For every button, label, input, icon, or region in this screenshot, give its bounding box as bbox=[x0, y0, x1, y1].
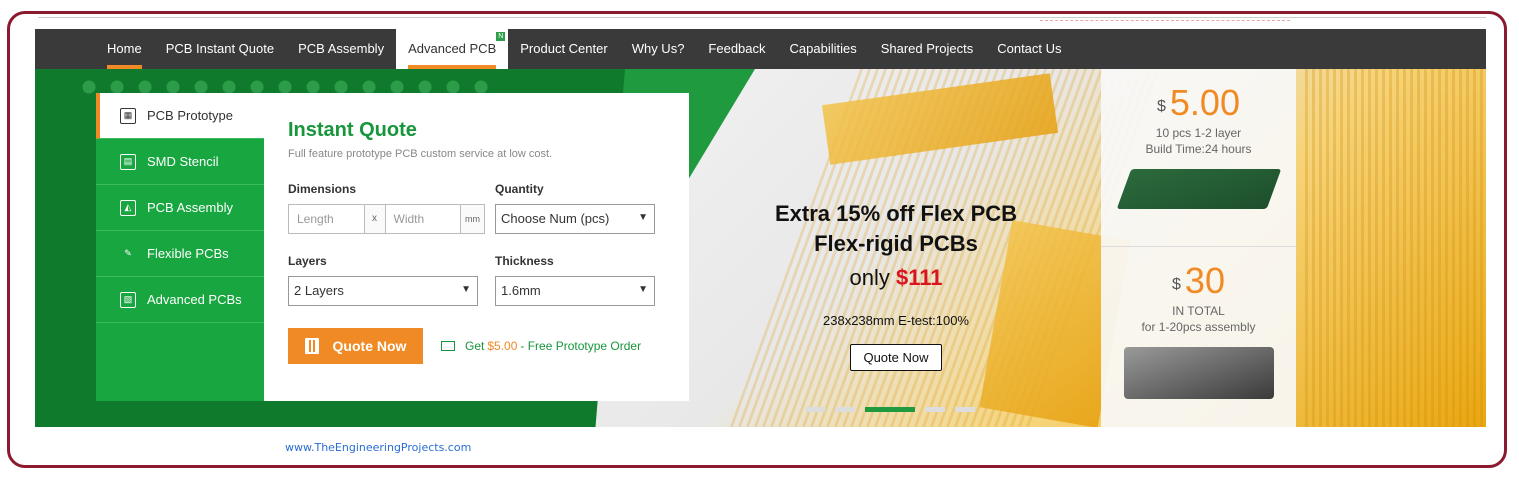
sidebar-item-pcb-prototype[interactable]: ▦ PCB Prototype bbox=[96, 93, 264, 139]
quote-title: Instant Quote bbox=[288, 119, 417, 141]
dimension-separator: x bbox=[363, 205, 386, 233]
nav-home[interactable]: Home bbox=[95, 29, 154, 69]
watermark-url[interactable]: www.TheEngineeringProjects.com bbox=[285, 441, 471, 454]
layers-label: Layers bbox=[288, 254, 327, 268]
assembled-board-image bbox=[1123, 347, 1274, 399]
quantity-label: Quantity bbox=[495, 182, 544, 196]
sidebar-item-label: PCB Prototype bbox=[147, 108, 233, 123]
quote-now-button[interactable]: Quote Now bbox=[288, 328, 423, 364]
layers-value: 2 Layers bbox=[294, 283, 344, 298]
offer-price-prefix: only bbox=[849, 265, 890, 290]
pcb-chip-icon: ▦ bbox=[120, 107, 136, 124]
nav-contact-us[interactable]: Contact Us bbox=[985, 29, 1073, 69]
slide-dot[interactable] bbox=[805, 407, 825, 412]
ticket-icon bbox=[441, 341, 455, 351]
quantity-value: Choose Num (pcs) bbox=[501, 211, 610, 226]
unit-label: mm bbox=[460, 205, 484, 233]
promo-price: $30 bbox=[1101, 259, 1296, 303]
sidebar-item-label: SMD Stencil bbox=[147, 154, 219, 169]
quote-now-label: Quote Now bbox=[332, 338, 407, 354]
hero-offer: Extra 15% off Flex PCB Flex-rigid PCBs o… bbox=[735, 199, 1057, 371]
new-badge-icon: N bbox=[496, 32, 506, 41]
nav-shared-projects[interactable]: Shared Projects bbox=[869, 29, 986, 69]
offer-spec: 238x238mm E-test:100% bbox=[823, 313, 969, 328]
offer-price-line: only $111 bbox=[735, 265, 1057, 291]
promo-prefix: Get bbox=[465, 339, 485, 353]
hero-banner: ▦ PCB Prototype ▤ SMD Stencil ◭ PCB Asse… bbox=[35, 69, 1486, 427]
dimensions-label: Dimensions bbox=[288, 182, 357, 196]
chevron-down-icon: ▼ bbox=[461, 284, 471, 295]
sidebar-item-advanced-pcbs[interactable]: ▧ Advanced PCBs bbox=[96, 277, 264, 323]
promo-column: $5.00 10 pcs 1-2 layer Build Time:24 hou… bbox=[1101, 69, 1296, 427]
sidebar-item-flexible-pcbs[interactable]: ✎ Flexible PCBs bbox=[96, 231, 264, 277]
quote-subtitle: Full feature prototype PCB custom servic… bbox=[288, 148, 553, 160]
sidebar-item-label: PCB Assembly bbox=[147, 200, 233, 215]
promo-line: 10 pcs 1-2 layer bbox=[1155, 126, 1242, 140]
hero-quote-now-button[interactable]: Quote Now bbox=[850, 344, 942, 371]
promo-line: for 1-20pcs assembly bbox=[1141, 320, 1256, 334]
dimensions-field: Length x Width mm bbox=[288, 204, 485, 234]
nav-advanced-pcb[interactable]: Advanced PCB N bbox=[396, 29, 509, 69]
offer-subheadline: Flex-rigid PCBs bbox=[814, 231, 978, 256]
chevron-down-icon: ▼ bbox=[638, 284, 648, 295]
free-prototype-link[interactable]: Get $5.00 - Free Prototype Order bbox=[441, 339, 641, 353]
nav-advanced-pcb-label: Advanced PCB bbox=[408, 41, 497, 56]
nav-product-center[interactable]: Product Center bbox=[508, 29, 619, 69]
slide-dot[interactable] bbox=[835, 407, 855, 412]
quantity-select[interactable]: Choose Num (pcs) ▼ bbox=[495, 204, 655, 234]
thickness-select[interactable]: 1.6mm ▼ bbox=[495, 276, 655, 306]
flex-pcb-image-right bbox=[1305, 69, 1486, 427]
offer-headline: Extra 15% off Flex PCB bbox=[774, 201, 1018, 226]
instant-quote-form: Instant Quote Full feature prototype PCB… bbox=[264, 93, 689, 401]
slide-dot[interactable] bbox=[955, 407, 975, 412]
nav-pcb-instant-quote[interactable]: PCB Instant Quote bbox=[154, 29, 286, 69]
promo-price-value: 5.00 bbox=[1169, 82, 1240, 123]
slide-dot[interactable] bbox=[925, 407, 945, 412]
currency-symbol: $ bbox=[1172, 276, 1181, 293]
sidebar-item-pcb-assembly[interactable]: ◭ PCB Assembly bbox=[96, 185, 264, 231]
stencil-icon: ▤ bbox=[120, 153, 136, 170]
currency-symbol: $ bbox=[1157, 98, 1166, 115]
divider bbox=[38, 17, 1486, 18]
slide-pager bbox=[805, 407, 975, 412]
width-input[interactable]: Width bbox=[386, 205, 461, 233]
thickness-label: Thickness bbox=[495, 254, 554, 268]
promo-price-value: 30 bbox=[1184, 260, 1225, 301]
promo-price: $5.00 bbox=[1101, 81, 1296, 125]
promo-line: IN TOTAL bbox=[1172, 304, 1225, 318]
offer-price: $111 bbox=[895, 265, 943, 290]
promo-card-assembly[interactable]: $30 IN TOTAL for 1-20pcs assembly bbox=[1101, 259, 1296, 427]
calculator-icon bbox=[304, 338, 319, 354]
layers-select[interactable]: 2 Layers ▼ bbox=[288, 276, 478, 306]
nav-feedback[interactable]: Feedback bbox=[696, 29, 777, 69]
slide-dot-active[interactable] bbox=[865, 407, 915, 412]
promo-amount: $5.00 bbox=[487, 339, 518, 353]
product-sidebar: ▦ PCB Prototype ▤ SMD Stencil ◭ PCB Asse… bbox=[96, 93, 264, 401]
nav-pcb-assembly[interactable]: PCB Assembly bbox=[286, 29, 396, 69]
sidebar-item-smd-stencil[interactable]: ▤ SMD Stencil bbox=[96, 139, 264, 185]
assembly-icon: ◭ bbox=[120, 199, 136, 216]
divider-dashed bbox=[1040, 20, 1290, 24]
advanced-icon: ▧ bbox=[120, 291, 136, 308]
quote-panel: ▦ PCB Prototype ▤ SMD Stencil ◭ PCB Asse… bbox=[96, 93, 689, 401]
promo-card-prototype[interactable]: $5.00 10 pcs 1-2 layer Build Time:24 hou… bbox=[1101, 81, 1296, 247]
promo-suffix: - Free Prototype Order bbox=[520, 339, 642, 353]
sidebar-item-label: Advanced PCBs bbox=[147, 292, 242, 307]
chevron-down-icon: ▼ bbox=[638, 212, 648, 223]
thickness-value: 1.6mm bbox=[501, 283, 541, 298]
sidebar-item-label: Flexible PCBs bbox=[147, 246, 229, 261]
flex-icon: ✎ bbox=[124, 248, 132, 258]
main-nav: Home PCB Instant Quote PCB Assembly Adva… bbox=[35, 29, 1486, 69]
length-input[interactable]: Length bbox=[289, 205, 364, 233]
pcb-board-image bbox=[1116, 169, 1281, 209]
nav-capabilities[interactable]: Capabilities bbox=[778, 29, 869, 69]
promo-line: Build Time:24 hours bbox=[1145, 142, 1252, 156]
nav-why-us[interactable]: Why Us? bbox=[620, 29, 697, 69]
